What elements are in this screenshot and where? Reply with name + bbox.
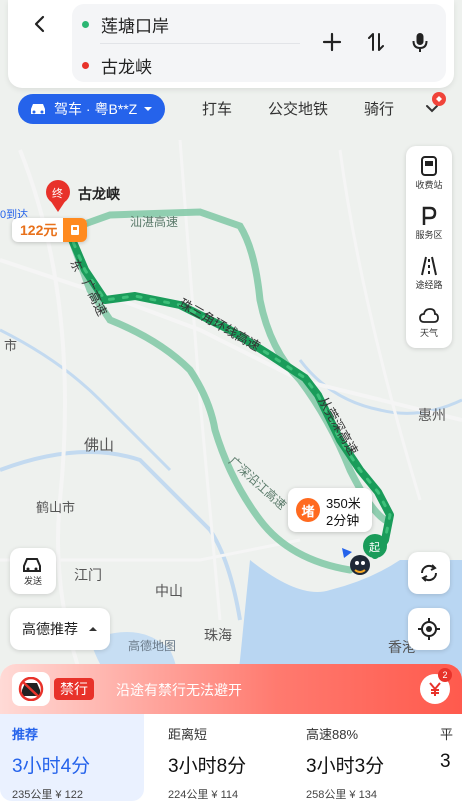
- route-search-card: 莲塘口岸 古龙峡: [8, 0, 454, 88]
- tool-label: 途经路: [415, 279, 443, 290]
- notification-dot: [432, 92, 446, 106]
- destination-field[interactable]: 古龙峡: [82, 53, 152, 78]
- back-button[interactable]: [22, 6, 58, 42]
- city-label: 江门: [74, 567, 102, 583]
- tool-label: 服务区: [415, 229, 443, 240]
- end-marker-label: 终: [52, 186, 63, 200]
- toll-price: 122元: [20, 222, 58, 238]
- start-marker-label: 起: [369, 541, 380, 554]
- map-tools: 收费站 服务区 途经路 天气: [406, 146, 452, 348]
- route-distance: 258公里: [306, 789, 347, 801]
- fee-count-badge: 2: [438, 668, 452, 682]
- route-label: 推荐: [12, 727, 39, 742]
- route-time: 3小时4分: [12, 756, 91, 777]
- swap-button[interactable]: [364, 30, 388, 54]
- voice-button[interactable]: [408, 30, 432, 54]
- locate-button[interactable]: [408, 608, 450, 650]
- tool-label: 收费站: [415, 179, 443, 190]
- plus-icon: [322, 32, 342, 52]
- chevron-left-icon: [34, 15, 45, 33]
- swap-icon: [368, 33, 384, 51]
- destination-location: 古龙峡: [101, 58, 152, 77]
- road-icon: [421, 256, 437, 275]
- route-fee: ¥ 122: [55, 789, 83, 801]
- caret-up-icon: [89, 627, 97, 631]
- start-marker: 起: [363, 534, 387, 558]
- route-label: 距离短: [168, 727, 208, 742]
- send-to-car-button[interactable]: 发送: [10, 548, 56, 594]
- location-box: 莲塘口岸 古龙峡: [72, 4, 446, 82]
- parking-icon: [422, 206, 437, 225]
- city-label: 惠州: [418, 407, 446, 423]
- waypoint-road-tool[interactable]: 途经路: [406, 248, 452, 298]
- route-distance: 235公里: [12, 789, 53, 801]
- route-distance: 224公里: [168, 789, 209, 801]
- current-location: [350, 555, 370, 575]
- toll-station-icon: [421, 155, 437, 176]
- add-waypoint-button[interactable]: [320, 30, 344, 54]
- route-fee: ¥ 134: [349, 789, 377, 801]
- locate-icon: [418, 618, 440, 640]
- route-option[interactable]: 距离短 3小时8分 224公里 ¥ 114: [156, 714, 286, 801]
- toll-booth-icon: [63, 218, 88, 242]
- caret-down-icon: [144, 107, 153, 111]
- tab-ride[interactable]: 骑行: [364, 98, 394, 119]
- city-label: 鹤山市: [36, 500, 75, 515]
- jam-duration: 2分钟: [326, 513, 360, 528]
- cloud-icon: [419, 307, 439, 323]
- car-send-icon: [23, 557, 41, 572]
- city-label: 珠海: [204, 627, 232, 643]
- recommend-selector[interactable]: 高德推荐: [10, 608, 110, 650]
- route-meta: 235公里 ¥ 122: [12, 786, 144, 801]
- divider: [100, 43, 300, 44]
- jam-badge: 堵: [296, 498, 320, 522]
- start-field[interactable]: 莲塘口岸: [82, 12, 169, 37]
- traffic-jam-bubble[interactable]: 堵 350米 2分钟: [288, 488, 372, 532]
- recommend-label: 高德推荐: [22, 621, 78, 637]
- car-icon: [31, 104, 45, 114]
- route-option[interactable]: 高速88% 3小时3分 258公里 ¥ 134: [294, 714, 424, 801]
- refresh-icon: [420, 564, 438, 582]
- dispatch-label: 发送: [23, 575, 42, 586]
- route-time: 3小时8分: [168, 756, 247, 777]
- city-label: 市: [4, 338, 17, 353]
- destination-label: 古龙峡: [78, 186, 121, 202]
- highway-label: 汕湛高速: [130, 214, 178, 229]
- restriction-tag: 禁行: [54, 678, 94, 700]
- microphone-icon: [412, 33, 428, 52]
- route-option[interactable]: 推荐 3小时4分 235公里 ¥ 122: [0, 714, 144, 801]
- tab-drive[interactable]: 驾车 · 粤B**Z: [18, 94, 166, 124]
- route-fee: ¥ 114: [211, 789, 239, 801]
- refresh-button[interactable]: [408, 552, 450, 594]
- start-location: 莲塘口岸: [101, 17, 169, 36]
- end-dot-icon: [82, 62, 89, 69]
- tab-taxi[interactable]: 打车: [202, 98, 232, 119]
- drive-label: 驾车 · 粤B**Z: [54, 101, 138, 117]
- route-meta: 258公里 ¥ 134: [306, 786, 424, 801]
- route-label: 高速88%: [306, 727, 359, 742]
- start-dot-icon: [82, 21, 89, 28]
- route-option[interactable]: 平 3: [428, 714, 462, 801]
- weather-tool[interactable]: 天气: [406, 298, 452, 348]
- toll-station-tool[interactable]: 收费站: [406, 148, 452, 198]
- service-area-tool[interactable]: 服务区: [406, 198, 452, 248]
- city-label: 中山: [155, 583, 183, 599]
- map-logo: 高德地图: [128, 638, 176, 653]
- yen-icon: [429, 682, 441, 696]
- toll-price-bubble[interactable]: 122元: [12, 218, 88, 242]
- route-panel: 禁行 沿途有禁行无法避开 2 推荐 3小时4分 235公里 ¥ 122 距离短 …: [0, 664, 462, 801]
- route-time: 3小时3分: [306, 756, 385, 777]
- restriction-text: 沿途有禁行无法避开: [116, 682, 242, 698]
- no-car-icon: [12, 672, 50, 706]
- route-label: 平: [440, 727, 454, 742]
- city-label: 佛山: [84, 437, 114, 454]
- travel-mode-bar: 驾车 · 粤B**Z 打车 公交地铁 骑行: [0, 88, 462, 128]
- route-meta: 224公里 ¥ 114: [168, 786, 286, 801]
- restriction-warning[interactable]: 禁行 沿途有禁行无法避开 2: [0, 664, 462, 714]
- tab-transit[interactable]: 公交地铁: [268, 98, 328, 119]
- route-time: 3: [440, 751, 451, 772]
- tool-label: 天气: [419, 327, 438, 338]
- route-options: 推荐 3小时4分 235公里 ¥ 122 距离短 3小时8分 224公里 ¥ 1…: [0, 714, 462, 801]
